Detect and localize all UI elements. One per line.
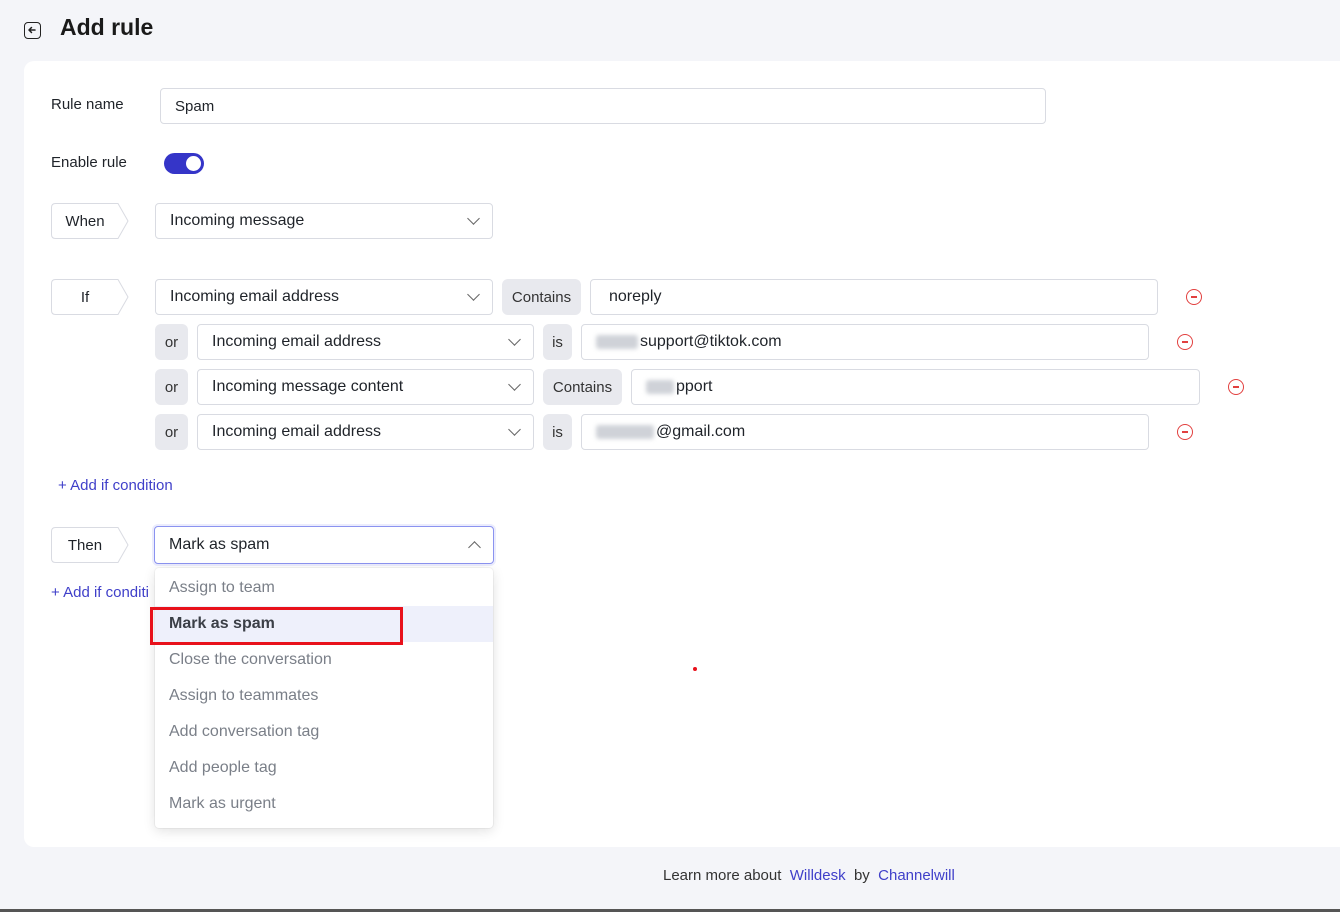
back-icon[interactable] [24, 22, 41, 39]
condition-operator-label: Contains [552, 378, 613, 396]
footer-prefix: Learn more about [663, 867, 782, 884]
condition-value-input[interactable]: pport [631, 369, 1200, 405]
rule-name-input[interactable]: Spam [160, 88, 1046, 124]
condition-operator[interactable]: Contains [502, 279, 581, 315]
condition-field-select[interactable]: Incoming message content [197, 369, 534, 405]
when-tag: When [51, 203, 129, 239]
page-title: Add rule [60, 14, 154, 40]
if-tag: If [51, 279, 129, 315]
channelwill-link[interactable]: Channelwill [878, 867, 955, 884]
add-then-action-link[interactable]: + Add if conditi [51, 584, 149, 601]
redacted-text [596, 425, 654, 439]
chevron-down-icon [467, 212, 480, 225]
add-if-condition-link[interactable]: + Add if condition [58, 477, 173, 494]
condition-operator[interactable]: Contains [543, 369, 622, 405]
condition-value-input[interactable]: @gmail.com [581, 414, 1149, 450]
then-label: Then [67, 536, 103, 554]
when-trigger-select[interactable]: Incoming message [155, 203, 493, 239]
condition-connector: or [155, 369, 188, 405]
condition-value: noreply [609, 288, 662, 305]
condition-field-select[interactable]: Incoming email address [155, 279, 493, 315]
condition-operator[interactable]: is [543, 414, 572, 450]
highlight-box [150, 607, 403, 645]
condition-value: @gmail.com [656, 423, 746, 440]
condition-value-input[interactable]: noreply [590, 279, 1158, 315]
rule-name-value: Spam [175, 97, 215, 115]
condition-operator[interactable]: is [543, 324, 572, 360]
then-action-select[interactable]: Mark as spam [154, 526, 494, 564]
chevron-down-icon [508, 378, 521, 391]
condition-value: pport [676, 378, 713, 395]
dropdown-option[interactable]: Close the conversation [155, 642, 493, 678]
enable-rule-toggle[interactable] [164, 153, 204, 174]
connector-label: or [164, 333, 179, 351]
footer: Learn more about Willdesk by Channelwill [663, 867, 955, 884]
if-label: If [80, 288, 90, 306]
when-label: When [65, 212, 105, 230]
rule-name-label: Rule name [51, 96, 124, 113]
toggle-knob [186, 156, 201, 171]
then-tag: Then [51, 527, 129, 563]
redacted-text [646, 380, 674, 394]
condition-field-value: Incoming email address [212, 333, 381, 350]
condition-connector: or [155, 324, 188, 360]
cursor-dot [693, 667, 697, 671]
dropdown-option[interactable]: Add people tag [155, 750, 493, 786]
remove-condition-icon[interactable] [1177, 334, 1193, 350]
condition-operator-label: is [552, 423, 563, 441]
dropdown-option[interactable]: Assign to team [155, 570, 493, 606]
condition-operator-label: is [552, 333, 563, 351]
connector-label: or [164, 423, 179, 441]
condition-connector: or [155, 414, 188, 450]
condition-operator-label: Contains [511, 288, 572, 306]
willdesk-link[interactable]: Willdesk [790, 867, 846, 884]
condition-field-select[interactable]: Incoming email address [197, 414, 534, 450]
condition-field-value: Incoming email address [170, 288, 339, 305]
condition-value-input[interactable]: support@tiktok.com [581, 324, 1149, 360]
then-action-value: Mark as spam [169, 536, 270, 553]
chevron-down-icon [508, 423, 521, 436]
condition-field-select[interactable]: Incoming email address [197, 324, 534, 360]
condition-field-value: Incoming email address [212, 423, 381, 440]
chevron-down-icon [508, 333, 521, 346]
dropdown-option[interactable]: Mark as urgent [155, 786, 493, 822]
dropdown-option[interactable]: Add conversation tag [155, 714, 493, 750]
when-trigger-value: Incoming message [170, 212, 305, 229]
condition-field-value: Incoming message content [212, 378, 404, 395]
footer-by: by [853, 867, 870, 884]
chevron-down-icon [467, 288, 480, 301]
connector-label: or [164, 378, 179, 396]
remove-condition-icon[interactable] [1186, 289, 1202, 305]
dropdown-option[interactable]: Assign to teammates [155, 678, 493, 714]
chevron-up-icon [468, 541, 481, 554]
remove-condition-icon[interactable] [1177, 424, 1193, 440]
redacted-text [596, 335, 638, 349]
remove-condition-icon[interactable] [1228, 379, 1244, 395]
enable-rule-label: Enable rule [51, 154, 127, 171]
condition-value: support@tiktok.com [640, 333, 782, 350]
